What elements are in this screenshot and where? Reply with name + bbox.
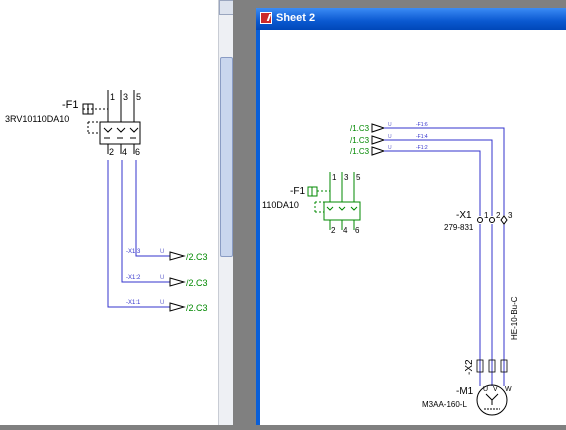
motor-terminal-v: V xyxy=(493,386,498,393)
incoming-ref-3[interactable]: /1.C3 xyxy=(350,147,370,156)
motor-terminal-w: W xyxy=(505,386,512,393)
left-wire-mark-1: U xyxy=(160,249,164,255)
motor-tag: -M1 xyxy=(456,386,474,397)
terminal-number-2: 2 xyxy=(496,211,501,220)
left-wire-mark-2: U xyxy=(160,275,164,281)
terminal-strip-tag: -X1 xyxy=(456,210,472,221)
app-icon xyxy=(260,12,272,24)
svg-text:U: U xyxy=(388,145,392,151)
terminal-number-3: 3 xyxy=(508,211,513,220)
incoming-wire-label-3: -F1:2 xyxy=(416,145,428,151)
left-wire-label-2: -X1:2 xyxy=(126,275,141,281)
left-cross-ref-3[interactable]: /2.C3 xyxy=(186,303,208,313)
left-sheet-pane[interactable]: -F1 3RV10110DA10 1 3 5 2 4 6 -X1:3 -X1:2… xyxy=(0,0,218,425)
terminal-strip-part: 279-831 xyxy=(444,223,474,232)
cable-label: HE-10-Bu-C xyxy=(510,296,519,340)
left-top-terminal-1: 1 xyxy=(110,92,115,102)
left-bottom-terminal-4: 4 xyxy=(122,147,127,157)
sheet-bottom-terminal-2: 2 xyxy=(331,226,336,235)
svg-text:U: U xyxy=(388,122,392,128)
sheet-wires xyxy=(384,127,505,386)
sheet-canvas[interactable]: /1.C3 /1.C3 /1.C3 U U U -F1:6 -F1:4 -F1:… xyxy=(260,30,566,425)
left-device-tag: -F1 xyxy=(62,99,79,111)
window-title: Sheet 2 xyxy=(276,12,316,24)
window-titlebar[interactable]: Sheet 2 xyxy=(256,8,566,30)
sheet-device-part: 110DA10 xyxy=(262,200,299,210)
left-bottom-terminal-2: 2 xyxy=(109,147,114,157)
scrollbar-thumb[interactable] xyxy=(220,57,233,257)
left-cross-ref-1[interactable]: /2.C3 xyxy=(186,252,208,262)
left-schematic: -F1 3RV10110DA10 1 3 5 2 4 6 -X1:3 -X1:2… xyxy=(5,90,208,313)
left-top-terminal-5: 5 xyxy=(136,92,141,102)
sheet-top-terminal-3: 3 xyxy=(344,173,349,182)
incoming-arrow-icon xyxy=(371,123,386,156)
left-wires xyxy=(107,160,170,308)
cross-ref-arrow-icon xyxy=(169,251,186,312)
left-cross-ref-2[interactable]: /2.C3 xyxy=(186,278,208,288)
left-wire-label-3: -X1:1 xyxy=(126,300,141,306)
incoming-wire-label-2: -F1:4 xyxy=(416,134,428,140)
incoming-ref-1[interactable]: /1.C3 xyxy=(350,124,370,133)
incoming-wire-label-1: -F1:6 xyxy=(416,122,428,128)
vertical-scrollbar[interactable] xyxy=(218,0,234,425)
left-wire-mark-3: U xyxy=(160,300,164,306)
circuit-breaker-symbol xyxy=(87,121,141,145)
left-top-terminal-3: 3 xyxy=(123,92,128,102)
terminal-number-1: 1 xyxy=(484,211,489,220)
left-bottom-terminal-6: 6 xyxy=(135,147,140,157)
sheet-top-terminal-1: 1 xyxy=(332,173,337,182)
connector-tag: -X2 xyxy=(464,359,475,375)
left-wire-label-1: -X1:3 xyxy=(126,249,141,255)
scroll-up-button[interactable] xyxy=(219,0,234,15)
terminal-icon xyxy=(477,215,508,225)
incoming-ref-2[interactable]: /1.C3 xyxy=(350,136,370,145)
motor-part: M3AA-160-L xyxy=(422,400,467,409)
sheet-bottom-terminal-6: 6 xyxy=(355,226,360,235)
left-device-part: 3RV10110DA10 xyxy=(5,114,69,124)
breaker-handle-icon xyxy=(82,103,108,115)
sheet-device-tag: -F1 xyxy=(290,186,305,197)
sheet-schematic: /1.C3 /1.C3 /1.C3 U U U -F1:6 -F1:4 -F1:… xyxy=(262,122,519,416)
sheet-bottom-terminal-4: 4 xyxy=(343,226,348,235)
svg-text:U: U xyxy=(388,134,392,140)
sheet-window[interactable]: Sheet 2 /1.C3 /1.C3 /1.C3 U U U -F1:6 -F… xyxy=(256,8,566,425)
motor-icon xyxy=(476,384,508,416)
sheet-top-terminal-5: 5 xyxy=(356,173,361,182)
